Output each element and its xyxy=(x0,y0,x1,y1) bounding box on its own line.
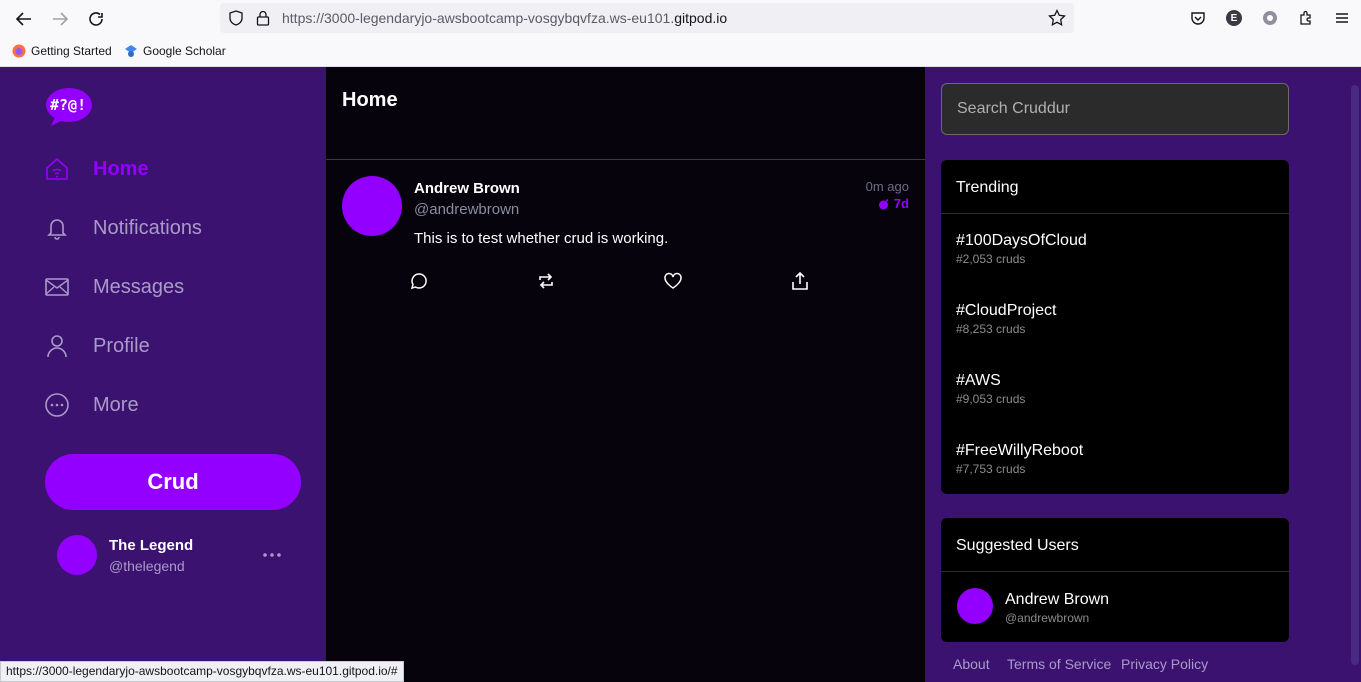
trend-count: #9,053 cruds xyxy=(956,392,1026,406)
current-user-name: The Legend xyxy=(109,537,194,554)
envelope-icon xyxy=(45,275,69,299)
nav-label: Profile xyxy=(93,334,150,357)
trend-item[interactable]: #100DaysOfCloud #2,053 cruds xyxy=(956,232,1087,266)
crud-button[interactable]: Crud xyxy=(45,454,301,510)
home-icon xyxy=(45,157,69,181)
back-button[interactable] xyxy=(12,7,36,31)
bookmark-label: Google Scholar xyxy=(143,44,226,58)
page-title: Home xyxy=(342,89,398,111)
extensions-puzzle-icon[interactable] xyxy=(1296,8,1316,28)
nav-label: Home xyxy=(93,157,149,180)
star-icon[interactable] xyxy=(1048,9,1066,27)
account-avatar-button[interactable]: E xyxy=(1224,8,1244,28)
post-message: This is to test whether crud is working. xyxy=(414,230,669,247)
status-link-preview: https://3000-legendaryjo-awsbootcamp-vos… xyxy=(0,661,404,682)
url-domain: gitpod.io xyxy=(674,10,728,26)
nav-label: Messages xyxy=(93,275,185,298)
ellipsis-icon[interactable] xyxy=(260,543,284,567)
trend-tag: #FreeWillyReboot xyxy=(956,442,1084,459)
avatar[interactable] xyxy=(342,176,402,236)
hamburger-menu-icon[interactable] xyxy=(1332,8,1352,28)
reload-button[interactable] xyxy=(84,7,108,31)
suggested-user-name[interactable]: Andrew Brown xyxy=(1005,591,1109,609)
trend-item[interactable]: #FreeWillyReboot #7,753 cruds xyxy=(956,442,1083,476)
like-button[interactable] xyxy=(663,271,683,291)
nav-profile[interactable]: Profile xyxy=(45,326,150,366)
trend-tag: #CloudProject xyxy=(956,302,1057,319)
bookmark-google-scholar[interactable]: Google Scholar xyxy=(124,44,226,58)
trend-item[interactable]: #CloudProject #8,253 cruds xyxy=(956,302,1057,336)
footer-link-about[interactable]: About xyxy=(953,656,990,672)
bookmarks-bar: Getting Started Google Scholar xyxy=(0,37,1361,67)
heart-icon xyxy=(664,272,682,289)
suggested-users-panel: Suggested Users Andrew Brown @andrewbrow… xyxy=(941,518,1289,642)
logo-text: #?@! xyxy=(50,96,87,114)
scholar-icon xyxy=(125,45,137,57)
chat-bubble-icon xyxy=(410,273,427,290)
trend-tag: #AWS xyxy=(956,372,1001,389)
share-button[interactable] xyxy=(790,271,810,291)
post-author-handle[interactable]: @andrewbrown xyxy=(414,201,519,218)
reply-button[interactable] xyxy=(409,271,429,291)
footer-link-terms[interactable]: Terms of Service xyxy=(1007,656,1111,672)
firefox-icon xyxy=(12,44,26,58)
arrow-left-icon xyxy=(15,12,31,26)
extension-circle-icon[interactable] xyxy=(1260,8,1280,28)
suggested-title: Suggested Users xyxy=(956,537,1079,554)
left-sidebar: #?@! Home Notifications Messages Profile… xyxy=(0,67,325,682)
account-avatar: E xyxy=(1226,10,1242,26)
search-input[interactable] xyxy=(941,83,1289,135)
trend-tag: #100DaysOfCloud xyxy=(956,232,1087,249)
trend-count: #2,053 cruds xyxy=(956,252,1026,266)
current-user-handle: @thelegend xyxy=(109,558,185,574)
repost-button[interactable] xyxy=(536,271,556,291)
more-circle-icon xyxy=(45,393,69,417)
forward-button[interactable] xyxy=(48,7,72,31)
right-sidebar: Trending #100DaysOfCloud #2,053 cruds #C… xyxy=(925,67,1349,682)
post-expiry: 7d xyxy=(878,196,909,211)
url-prefix: https://3000-legendaryjo-awsbootcamp-vos… xyxy=(282,10,675,26)
person-icon xyxy=(45,334,69,358)
footer-link-privacy[interactable]: Privacy Policy xyxy=(1121,656,1208,672)
nav-label: More xyxy=(93,393,139,416)
nav-more[interactable]: More xyxy=(45,385,139,425)
bomb-icon xyxy=(878,198,889,209)
bookmark-getting-started[interactable]: Getting Started xyxy=(12,44,112,58)
divider xyxy=(941,571,1289,572)
url-text: https://3000-legendaryjo-awsbootcamp-vos… xyxy=(282,10,727,26)
trend-count: #7,753 cruds xyxy=(956,462,1026,476)
pocket-icon[interactable] xyxy=(1188,8,1208,28)
divider xyxy=(941,213,1289,214)
address-bar[interactable]: https://3000-legendaryjo-awsbootcamp-vos… xyxy=(220,3,1074,33)
share-icon xyxy=(792,271,808,290)
repost-icon xyxy=(539,273,553,289)
reload-icon xyxy=(89,12,103,26)
shield-icon xyxy=(229,10,243,26)
browser-toolbar: https://3000-legendaryjo-awsbootcamp-vos… xyxy=(0,0,1361,37)
bell-icon xyxy=(45,216,69,240)
arrow-right-icon xyxy=(53,12,69,26)
trending-panel: Trending #100DaysOfCloud #2,053 cruds #C… xyxy=(941,160,1289,494)
suggested-user-handle: @andrewbrown xyxy=(1005,611,1090,625)
trend-item[interactable]: #AWS #9,053 cruds xyxy=(956,372,1025,406)
feed-header: Home xyxy=(326,67,926,160)
cruddur-logo[interactable]: #?@! xyxy=(45,87,93,127)
nav-home[interactable]: Home xyxy=(45,149,149,189)
avatar[interactable] xyxy=(57,535,97,575)
home-feed: Home Andrew Brown @andrewbrown 0m ago 7d… xyxy=(325,67,926,682)
nav-messages[interactable]: Messages xyxy=(45,267,184,307)
expiry-label: 7d xyxy=(893,196,909,211)
scrollbar-thumb[interactable] xyxy=(1351,85,1359,665)
avatar[interactable] xyxy=(957,588,993,624)
bookmark-label: Getting Started xyxy=(31,44,112,58)
lock-icon xyxy=(256,10,270,26)
trend-count: #8,253 cruds xyxy=(956,322,1026,336)
nav-notifications[interactable]: Notifications xyxy=(45,208,202,248)
trending-title: Trending xyxy=(956,179,1019,196)
page-scrollbar[interactable] xyxy=(1349,67,1361,682)
post-timestamp: 0m ago xyxy=(865,179,909,194)
nav-label: Notifications xyxy=(93,216,202,239)
post-author-name[interactable]: Andrew Brown xyxy=(414,180,520,197)
